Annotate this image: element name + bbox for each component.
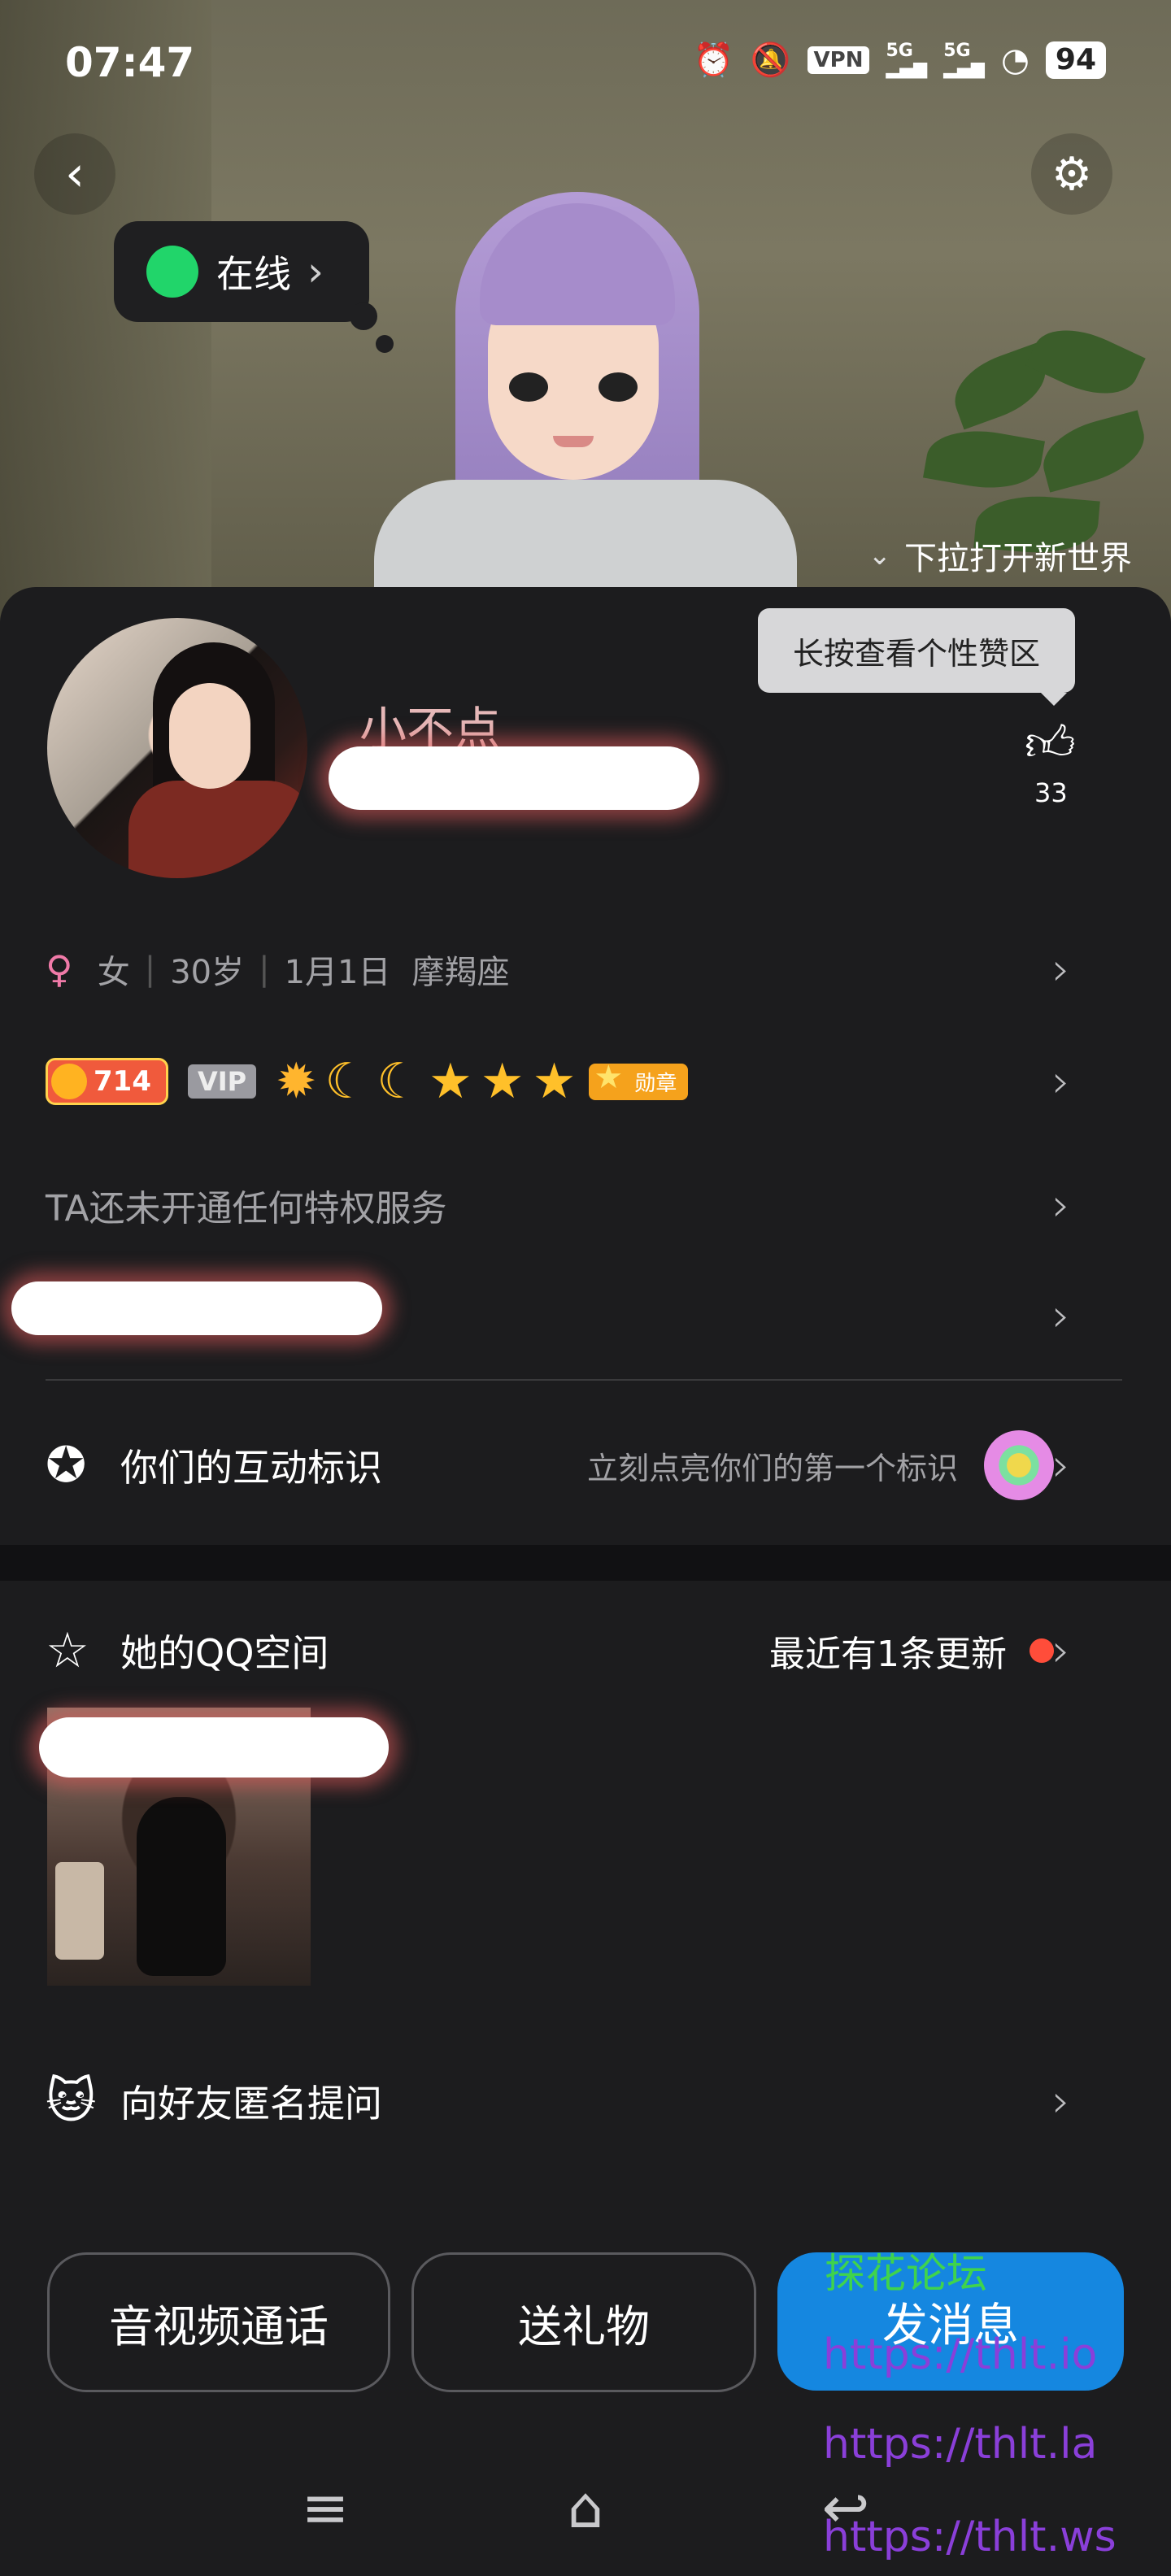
gender-text: 女 (97, 954, 130, 991)
back-nav-icon[interactable]: ↩ (809, 2474, 882, 2541)
interaction-hint: 立刻点亮你们的第一个标识 (586, 1450, 958, 1486)
anonymous-question-row[interactable]: 🐱︎ 向好友匿名提问 › (46, 2060, 1127, 2142)
profile-avatar[interactable] (47, 618, 307, 878)
redaction-mask (11, 1281, 382, 1335)
interaction-mark-row[interactable]: ✪ 你们的互动标识 立刻点亮你们的第一个标识 › (46, 1425, 1127, 1506)
privilege-row[interactable]: TA还未开通任何特权服务 › (46, 1173, 1127, 1238)
moon-icon: ☾ (324, 1053, 369, 1110)
profile-cover[interactable]: 07:47 ⏰ 🔕 VPN 5G ▂▄▆ 5G ▂▄▆ ◔ 94 ‹ ⚙ 在线 › … (0, 0, 1171, 634)
pull-hint-label: 下拉打开新世界 (904, 540, 1132, 577)
section-separator (0, 1545, 1171, 1581)
system-nav-bar: ≡ ⌂ ↩ (0, 2439, 1171, 2576)
double-chevron-down-icon: ⌄ (868, 539, 892, 572)
separator: | (259, 951, 270, 988)
home-icon[interactable]: ⌂ (549, 2474, 622, 2541)
watermark-forum: 探花论坛 (825, 2250, 987, 2297)
send-gift-button[interactable]: 送礼物 (411, 2252, 756, 2392)
chevron-right-icon: › (1051, 942, 1070, 996)
signal-icon: 5G ▂▄▆ (886, 41, 928, 79)
chevron-right-icon: › (307, 248, 324, 295)
separator: | (144, 951, 156, 988)
star-icon: ★ (480, 1053, 525, 1110)
alarm-icon: ⏰ (693, 41, 734, 79)
interaction-title: 你们的互动标识 (120, 1446, 382, 1490)
chevron-right-icon: › (1051, 1178, 1070, 1232)
chevron-right-icon: › (1051, 1438, 1070, 1492)
status-icons: ⏰ 🔕 VPN 5G ▂▄▆ 5G ▂▄▆ ◔ 94 (694, 41, 1106, 80)
gear-icon: ⚙ (1051, 147, 1093, 201)
like-zone-tooltip: 长按查看个性赞区 (758, 608, 1075, 693)
qzone-star-icon: ☆ (46, 1622, 89, 1679)
back-chevron-icon: ‹ (65, 146, 85, 202)
birthday-text: 1月1日 (284, 954, 391, 991)
age-text: 30岁 (170, 954, 245, 991)
menu-icon[interactable]: ≡ (289, 2474, 362, 2541)
chevron-right-icon: › (1051, 1055, 1070, 1108)
update-dot-icon (1030, 1638, 1054, 1663)
online-status-label: 在线 (216, 252, 291, 296)
qq-level-icons: ✹ ☾ ☾ ★ ★ ★ (276, 1057, 576, 1106)
qzone-row[interactable]: ☆ 她的QQ空间 最近有1条更新 › (46, 1610, 1127, 1691)
bubble-tail (350, 302, 377, 330)
anon-question-title: 向好友匿名提问 (120, 2082, 382, 2126)
qzone-update-text: 最近有1条更新 (769, 1634, 1007, 1675)
online-status-bubble[interactable]: 在线 › (114, 221, 369, 322)
basic-info-row[interactable]: ♀ 女 | 30岁 | 1月1日 摩羯座 › (46, 937, 1127, 1002)
star-icon: ★ (428, 1053, 472, 1110)
settings-button[interactable]: ⚙ (1031, 133, 1112, 215)
badges-row[interactable]: 714 VIP ✹ ☾ ☾ ★ ★ ★ 勋章 › (46, 1049, 1127, 1114)
female-icon: ♀ (46, 947, 73, 991)
moon-icon: ☾ (377, 1053, 420, 1110)
like-count: 33 (1034, 777, 1068, 808)
level-badge: 714 (46, 1058, 168, 1105)
vip-badge: VIP (187, 1064, 257, 1099)
medal-badge: 勋章 (589, 1059, 689, 1100)
redaction-mask (39, 1717, 389, 1778)
flower-mark-icon (984, 1430, 1054, 1500)
badge-star-icon: ✪ (46, 1437, 87, 1494)
zodiac-text: 摩羯座 (411, 954, 510, 991)
cat-face-icon: 🐱︎ (46, 2073, 97, 2130)
star-icon: ★ (532, 1053, 577, 1110)
chevron-right-icon: › (1051, 1624, 1070, 1677)
tooltip-arrow (1041, 693, 1067, 706)
sun-icon: ✹ (276, 1053, 317, 1110)
pull-down-hint[interactable]: ⌄ 下拉打开新世界 (868, 532, 1133, 579)
vpn-icon: VPN (807, 46, 870, 74)
mute-icon: 🔕 (750, 41, 791, 79)
bubble-tail (376, 335, 394, 353)
chevron-right-icon: › (1051, 2074, 1070, 2128)
watermark-url: https://thlt.io (823, 2330, 1098, 2379)
online-dot-icon (146, 246, 198, 298)
signal-icon: 5G ▂▄▆ (943, 41, 985, 79)
qzone-title: 她的QQ空间 (120, 1631, 329, 1675)
chevron-right-icon: › (1051, 1289, 1070, 1342)
divider (46, 1379, 1122, 1381)
thumbs-up-icon[interactable]: 👍︎ (1025, 716, 1076, 774)
av-call-button[interactable]: 音视频通话 (47, 2252, 390, 2392)
redaction-mask (329, 746, 699, 810)
privilege-text: TA还未开通任何特权服务 (46, 1188, 447, 1229)
wifi-icon: ◔ (1000, 41, 1030, 79)
back-button[interactable]: ‹ (34, 133, 115, 215)
battery-icon: 94 (1045, 41, 1106, 79)
status-time: 07:47 (65, 39, 195, 86)
